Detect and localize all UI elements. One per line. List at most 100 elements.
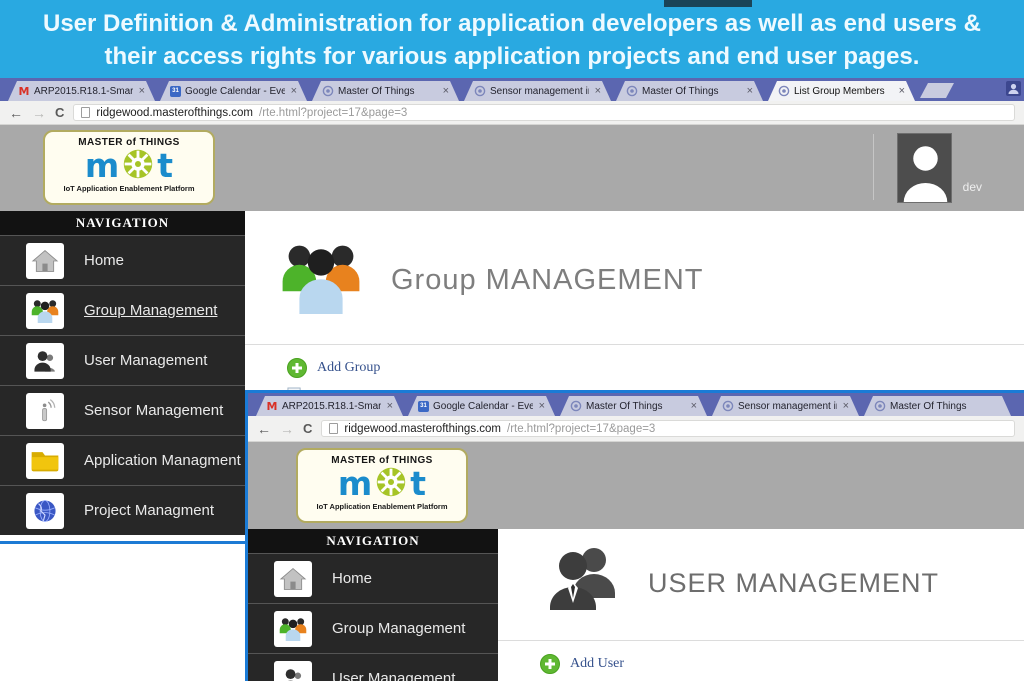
mot-favicon <box>722 400 734 412</box>
group-icon <box>26 293 64 329</box>
page-icon <box>81 107 90 118</box>
close-icon[interactable]: × <box>289 85 297 97</box>
gear-icon <box>122 148 154 185</box>
reload-button[interactable]: C <box>303 421 312 436</box>
tab-title: ARP2015.R18.1-Smart Irri <box>34 86 133 97</box>
sidebar-item-application-management[interactable]: Application Managment <box>0 435 245 485</box>
sidebar-item-label: Home <box>84 252 124 269</box>
tab-title: Master Of Things <box>338 86 437 97</box>
address-bar[interactable]: ridgewood.masterofthings.com/rte.html?pr… <box>321 420 1015 437</box>
page-icon <box>329 423 338 434</box>
user-icon <box>26 343 64 379</box>
cropped-text-remnant <box>664 0 752 7</box>
mot-logo: MASTER of THINGS m t IoT Application Ena… <box>43 130 215 205</box>
reload-button[interactable]: C <box>55 105 64 120</box>
forward-button[interactable]: → <box>32 106 46 120</box>
tab-calendar[interactable]: 31 Google Calendar - Event × <box>160 81 307 101</box>
url-path: /rte.html?project=17&page=3 <box>507 423 655 435</box>
logo-letter-t: t <box>410 469 426 499</box>
sidebar-item-label: User Management <box>84 352 207 369</box>
sidebar-item-user-management[interactable]: User Management <box>248 653 498 681</box>
mot-favicon <box>322 85 334 97</box>
mot-favicon <box>570 400 582 412</box>
gmail-icon: M <box>18 85 30 97</box>
close-icon[interactable]: × <box>745 85 753 97</box>
close-icon[interactable]: × <box>385 400 393 412</box>
content-divider <box>498 640 1024 641</box>
app-header: MASTER of THINGS m t IoT Application Ena… <box>248 442 1024 529</box>
caption-line-2: their access rights for various applicat… <box>0 40 1024 73</box>
close-icon[interactable]: × <box>841 400 849 412</box>
add-icon <box>540 654 560 674</box>
sidebar-item-sensor-management[interactable]: Sensor Management <box>0 385 245 435</box>
group-management-icon <box>279 239 363 322</box>
tab-gmail[interactable]: M ARP2015.R18.1-Smart Irri × <box>256 396 403 416</box>
tab-strip: M ARP2015.R18.1-Smart Irri × 31 Google C… <box>0 78 1024 101</box>
sidebar-item-home[interactable]: Home <box>248 553 498 603</box>
tab-title: Master Of Things <box>890 401 1001 412</box>
sidebar-item-group-management[interactable]: Group Management <box>0 285 245 335</box>
sidebar-item-label: Sensor Management <box>84 402 223 419</box>
browser-toolbar: ← → C ridgewood.masterofthings.com/rte.h… <box>0 101 1024 125</box>
page-title: USER MANAGEMENT <box>648 568 939 599</box>
sidebar-item-label: Home <box>332 570 372 587</box>
url-domain: ridgewood.masterofthings.com <box>96 107 253 119</box>
sidebar-item-home[interactable]: Home <box>0 235 245 285</box>
tab-title: List Group Members <box>794 86 893 97</box>
new-tab-button[interactable] <box>920 83 954 98</box>
tab-gmail[interactable]: M ARP2015.R18.1-Smart Irri × <box>8 81 155 101</box>
close-icon[interactable]: × <box>537 400 545 412</box>
close-icon[interactable]: × <box>593 85 601 97</box>
tab-sensor-management[interactable]: Sensor management inte × <box>712 396 859 416</box>
calendar-icon: 31 <box>418 401 429 412</box>
user-management-icon <box>542 541 622 626</box>
link-label: Add Group <box>317 360 380 376</box>
tab-master-of-things-2[interactable]: Master Of Things × <box>616 81 763 101</box>
tab-master-of-things-1[interactable]: Master Of Things × <box>560 396 707 416</box>
sidebar-item-label: Application Managment <box>84 452 241 469</box>
tab-title: ARP2015.R18.1-Smart Irri <box>282 401 381 412</box>
tab-master-of-things-1[interactable]: Master Of Things × <box>312 81 459 101</box>
close-icon[interactable]: × <box>137 85 145 97</box>
globe-icon <box>26 493 64 529</box>
close-icon[interactable]: × <box>689 400 697 412</box>
mot-logo: MASTER of THINGS m t IoT Application Ena… <box>296 448 468 523</box>
sidebar-item-project-management[interactable]: Project Managment <box>0 485 245 535</box>
home-icon <box>26 243 64 279</box>
sidebar-item-user-management[interactable]: User Management <box>0 335 245 385</box>
link-label: Add User <box>570 656 624 672</box>
browser-profile-icon[interactable] <box>1006 81 1021 96</box>
header-divider <box>873 134 874 200</box>
add-group-link[interactable]: Add Group <box>287 358 1024 378</box>
user-icon <box>274 661 312 681</box>
address-bar[interactable]: ridgewood.masterofthings.com/rte.html?pr… <box>73 104 1015 121</box>
logo-letter-m: m <box>338 469 372 499</box>
mot-favicon <box>474 85 486 97</box>
navigation-heading: NAVIGATION <box>248 529 498 553</box>
tab-list-group-members[interactable]: List Group Members × <box>768 81 915 101</box>
browser-window-user-management: M ARP2015.R18.1-Smart Irri × 31 Google C… <box>245 390 1024 681</box>
tab-sensor-management[interactable]: Sensor management inte × <box>464 81 611 101</box>
close-icon[interactable]: × <box>897 85 905 97</box>
back-button[interactable]: ← <box>257 422 271 436</box>
logo-letter-m: m <box>85 151 119 181</box>
add-user-link[interactable]: Add User <box>540 654 1024 674</box>
folder-icon <box>26 443 64 479</box>
sidebar-item-label: Group Management <box>84 302 217 319</box>
user-avatar[interactable] <box>897 133 952 203</box>
forward-button[interactable]: → <box>280 422 294 436</box>
sidebar-item-group-management[interactable]: Group Management <box>248 603 498 653</box>
tab-calendar[interactable]: 31 Google Calendar - Event × <box>408 396 555 416</box>
close-icon[interactable]: × <box>441 85 449 97</box>
mot-favicon <box>626 85 638 97</box>
url-domain: ridgewood.masterofthings.com <box>344 423 501 435</box>
add-icon <box>287 358 307 378</box>
tab-master-of-things-2[interactable]: Master Of Things <box>864 396 1011 416</box>
caption-banner: User Definition & Administration for app… <box>0 0 1024 78</box>
caption-line-1: User Definition & Administration for app… <box>0 7 1024 40</box>
browser-toolbar: ← → C ridgewood.masterofthings.com/rte.h… <box>248 416 1024 442</box>
back-button[interactable]: ← <box>9 106 23 120</box>
url-path: /rte.html?project=17&page=3 <box>259 107 407 119</box>
mot-favicon <box>874 400 886 412</box>
group-icon <box>274 611 312 647</box>
